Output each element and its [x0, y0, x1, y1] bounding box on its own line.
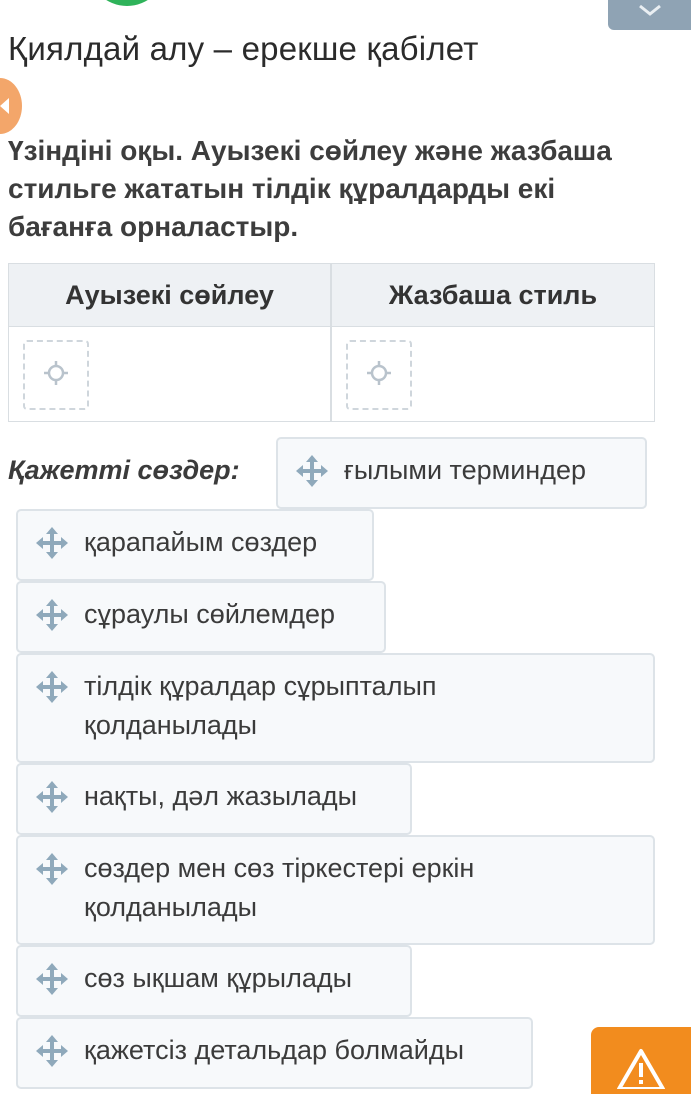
option-label: сөз ықшам құрылады — [84, 963, 353, 993]
drop-slot[interactable] — [346, 340, 412, 410]
move-arrows-icon — [36, 599, 68, 631]
option-label: нақты, дәл жазылады — [84, 781, 358, 811]
option-label: тілдік құралдар сұрыпталып қолданылады — [84, 671, 437, 740]
report-problem-button[interactable] — [591, 1027, 691, 1094]
option-label: ғылыми терминдер — [344, 455, 586, 485]
option-label: сөздер мен сөз тіркестері еркін қолданыл… — [84, 853, 475, 922]
move-arrows-icon — [36, 671, 68, 703]
play-icon — [0, 98, 9, 114]
crosshair-icon — [364, 358, 394, 393]
task-instruction: Үзіндіні оқы. Ауызекі сөйлеу және жазбаш… — [8, 135, 612, 242]
sorting-table: Ауызекі сөйлеу Жазбаша стиль — [8, 263, 655, 422]
needed-words-label: Қажетті сөздер: — [8, 455, 240, 485]
column-header-written: Жазбаша стиль — [332, 264, 654, 327]
option-label: қарапайым сөздер — [84, 527, 318, 557]
drop-zone-written[interactable] — [332, 327, 654, 421]
option-chip[interactable]: сөз ықшам құрылады — [16, 945, 412, 1017]
move-arrows-icon — [296, 455, 328, 487]
move-arrows-icon — [36, 1035, 68, 1067]
option-chip[interactable]: ғылыми терминдер — [276, 437, 647, 509]
option-label: қажетсіз детальдар болмайды — [84, 1035, 464, 1065]
move-arrows-icon — [36, 963, 68, 995]
top-right-menu-button[interactable] — [608, 0, 691, 30]
drop-zone-oral[interactable] — [9, 327, 332, 421]
column-header-oral: Ауызекі сөйлеу — [9, 264, 332, 327]
chevron-down-icon — [635, 2, 665, 23]
option-chip[interactable]: сұраулы сөйлемдер — [16, 581, 386, 653]
move-arrows-icon — [36, 853, 68, 885]
option-chip[interactable]: тілдік құралдар сұрыпталып қолданылады — [16, 653, 655, 763]
option-chip[interactable]: қажетсіз детальдар болмайды — [16, 1017, 533, 1089]
option-chip[interactable]: қарапайым сөздер — [16, 509, 374, 581]
move-arrows-icon — [36, 781, 68, 813]
drop-slot[interactable] — [23, 340, 89, 410]
option-chip[interactable]: сөздер мен сөз тіркестері еркін қолданыл… — [16, 835, 655, 945]
crosshair-icon — [41, 358, 71, 393]
top-status-indicator — [88, 0, 166, 6]
warning-triangle-icon — [615, 1045, 667, 1094]
option-chip[interactable]: нақты, дәл жазылады — [16, 763, 412, 835]
option-label: сұраулы сөйлемдер — [84, 599, 336, 629]
page-title: Қиялдай алу – ерекше қабілет — [8, 30, 479, 67]
move-arrows-icon — [36, 527, 68, 559]
